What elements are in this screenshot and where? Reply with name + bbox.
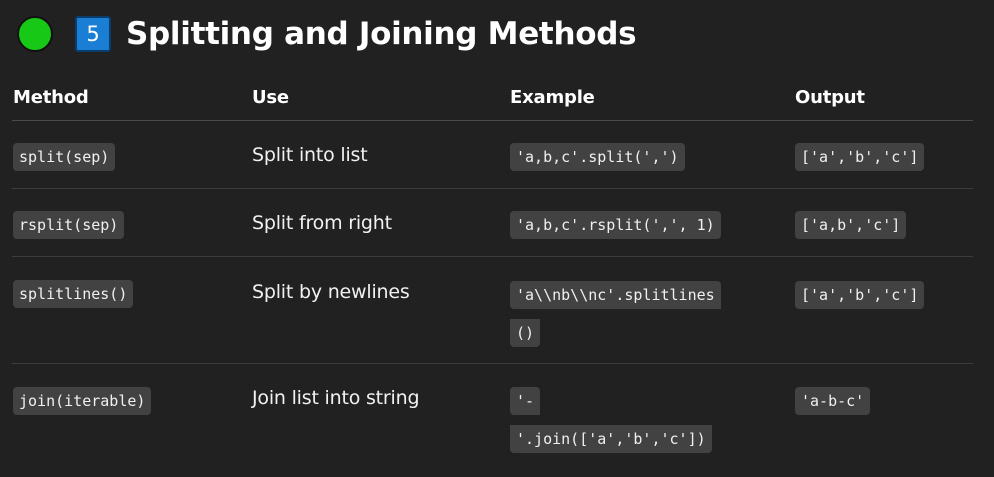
output-code: 'a-b-c' <box>795 387 871 415</box>
use-text: Split by newlines <box>252 281 410 303</box>
output-code: ['a,b','c'] <box>795 211 907 239</box>
column-header-use: Use <box>252 87 289 108</box>
example-code: 'a,b,c'.rsplit(',', 1) <box>510 211 721 239</box>
method-code: split(sep) <box>13 143 116 171</box>
use-text: Split from right <box>252 212 392 234</box>
method-code: rsplit(sep) <box>13 211 125 239</box>
column-header-output: Output <box>795 87 865 108</box>
page-title: Splitting and Joining Methods <box>126 16 637 52</box>
method-code: join(iterable) <box>13 387 152 415</box>
output-code: ['a','b','c'] <box>795 143 925 171</box>
use-text: Split into list <box>252 144 368 166</box>
section-heading: 5 Splitting and Joining Methods <box>17 12 637 56</box>
keycap-number-icon: 5 <box>75 16 111 52</box>
example-code-line-1: '- <box>510 387 541 415</box>
column-header-method: Method <box>13 87 89 108</box>
use-text: Join list into string <box>252 387 420 409</box>
example-code: 'a,b,c'.split(',') <box>510 143 685 171</box>
column-header-example: Example <box>510 87 595 108</box>
method-code: splitlines() <box>13 280 134 308</box>
green-circle-icon <box>17 16 53 52</box>
example-code-line-2: '.join(['a','b','c']) <box>510 425 712 453</box>
row-divider <box>12 256 973 257</box>
row-divider <box>12 363 973 364</box>
example-code-line-1: 'a\\nb\\nc'.splitlines <box>510 281 721 309</box>
output-code: ['a','b','c'] <box>795 281 925 309</box>
row-divider <box>12 188 973 189</box>
example-code-line-2: () <box>510 319 541 347</box>
header-divider <box>12 120 973 121</box>
